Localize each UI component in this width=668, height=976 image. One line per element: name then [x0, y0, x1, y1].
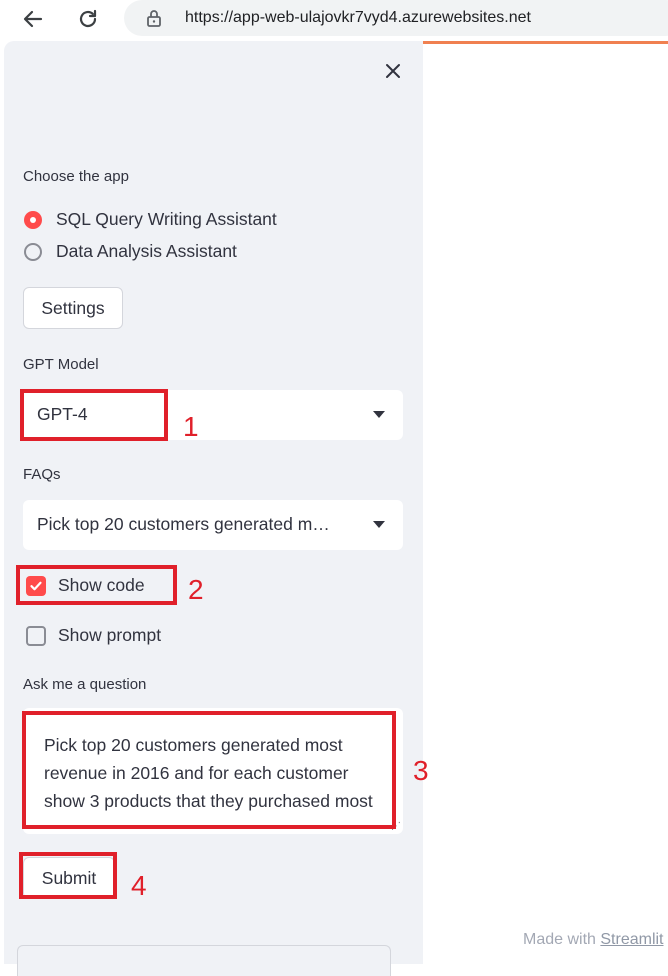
radio-unselected-icon[interactable] — [24, 242, 42, 261]
made-with-text: Made with — [523, 931, 596, 948]
made-with-streamlit[interactable]: Made with Streamlit — [523, 931, 664, 949]
faqs-value: Pick top 20 customers generated m… — [37, 514, 330, 534]
loading-bar — [423, 41, 668, 44]
faqs-label: FAQs — [23, 466, 61, 483]
gpt-model-label: GPT Model — [23, 356, 99, 373]
annotation-box-2 — [16, 565, 177, 605]
radio-label: Data Analysis Assistant — [56, 241, 237, 261]
annotation-number-4: 4 — [131, 870, 147, 901]
reload-icon[interactable] — [73, 5, 103, 33]
show-prompt-checkbox[interactable]: Show prompt — [26, 625, 161, 646]
faqs-select[interactable]: Pick top 20 customers generated m… — [23, 500, 403, 550]
sidebar-bottom-panel — [17, 945, 391, 976]
annotation-box-1 — [20, 389, 168, 441]
annotation-number-3: 3 — [413, 755, 429, 786]
annotation-number-2: 2 — [188, 574, 204, 605]
show-prompt-label: Show prompt — [58, 625, 162, 645]
annotation-box-3 — [22, 711, 396, 829]
annotation-number-1: 1 — [183, 411, 199, 442]
chevron-down-icon — [373, 521, 385, 528]
annotation-box-4 — [19, 852, 117, 899]
streamlit-link[interactable]: Streamlit — [600, 931, 663, 948]
choose-app-label: Choose the app — [23, 168, 129, 185]
settings-button[interactable]: Settings — [23, 287, 123, 329]
browser-toolbar: https://app-web-ulajovkr7vyd4.azurewebsi… — [0, 0, 668, 40]
chevron-down-icon — [373, 411, 385, 418]
radio-data-analysis-assistant[interactable]: Data Analysis Assistant — [24, 241, 237, 262]
radio-selected-icon[interactable] — [24, 210, 42, 229]
lock-icon — [143, 7, 165, 34]
checkbox-unchecked-icon[interactable] — [26, 625, 46, 646]
back-icon[interactable] — [18, 5, 48, 33]
radio-label: SQL Query Writing Assistant — [56, 209, 277, 229]
radio-sql-assistant[interactable]: SQL Query Writing Assistant — [24, 209, 277, 230]
url-text: https://app-web-ulajovkr7vyd4.azurewebsi… — [185, 9, 531, 26]
close-icon[interactable] — [381, 59, 405, 83]
question-label: Ask me a question — [23, 676, 147, 693]
